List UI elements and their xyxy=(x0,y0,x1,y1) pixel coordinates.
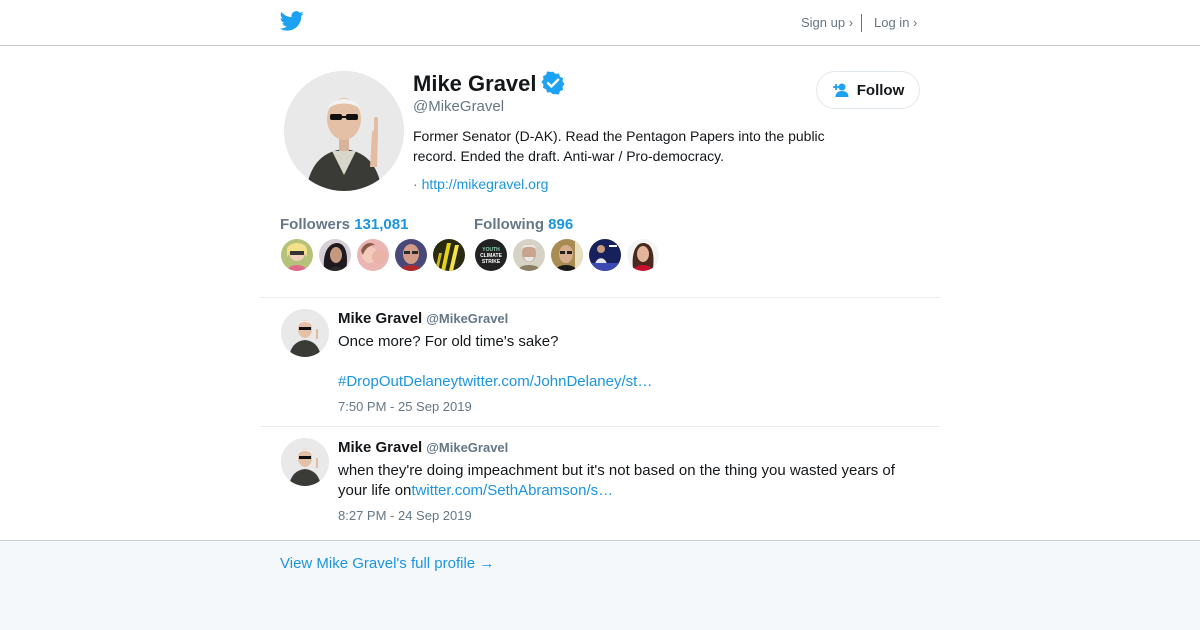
verified-badge-icon xyxy=(541,71,565,95)
follower-avatar[interactable] xyxy=(281,239,313,271)
tweet-author-handle: @MikeGravel xyxy=(426,440,509,455)
nav-divider xyxy=(861,14,862,32)
follower-avatar[interactable] xyxy=(319,239,351,271)
following-label: Following xyxy=(474,216,544,233)
tweet-author[interactable]: Mike Gravel @MikeGravel xyxy=(338,310,508,327)
tweet-text: Once more? For old time's sake? xyxy=(338,333,559,350)
sign-up-link[interactable]: Sign up › xyxy=(801,15,853,30)
follower-avatar[interactable] xyxy=(433,239,465,271)
tweet-timestamp[interactable]: 7:50 PM - 25 Sep 2019 xyxy=(338,399,472,414)
tweet-avatar-photo xyxy=(281,438,329,486)
following-avatar[interactable] xyxy=(513,239,545,271)
twitter-bird-icon[interactable] xyxy=(280,11,304,31)
following-avatar[interactable] xyxy=(589,239,621,271)
tweet-avatar[interactable] xyxy=(281,309,329,357)
timeline-divider xyxy=(260,297,940,298)
followers-label: Followers xyxy=(280,216,351,233)
tweet-links: #DropOutDelaneytwitter.com/JohnDelaney/s… xyxy=(338,372,928,392)
tweet-avatar-photo xyxy=(281,309,329,357)
profile-bio: Former Senator (D-AK). Read the Pentagon… xyxy=(413,128,825,164)
profile-url-link[interactable]: http://mikegravel.org xyxy=(422,176,549,192)
profile-handle[interactable]: @MikeGravel xyxy=(413,98,504,115)
profile-name[interactable]: Mike Gravel xyxy=(413,71,537,97)
svg-text:STRIKE: STRIKE xyxy=(482,259,501,265)
follow-button-label: Follow xyxy=(856,81,905,99)
tweet-author-handle: @MikeGravel xyxy=(426,311,509,326)
profile-avatar[interactable] xyxy=(284,71,404,191)
profile-photo xyxy=(284,71,404,191)
follower-avatar[interactable] xyxy=(357,239,389,271)
tweet-author-name: Mike Gravel xyxy=(338,310,423,327)
add-user-icon xyxy=(832,83,849,97)
tweet-url-link[interactable]: twitter.com/JohnDelaney/st… xyxy=(458,373,652,390)
following-avatar[interactable] xyxy=(551,239,583,271)
following-count: 896 xyxy=(548,216,574,233)
follow-button[interactable]: Follow xyxy=(816,71,920,109)
footer: View Mike Gravel's full profile → xyxy=(0,540,1200,630)
following-avatar[interactable] xyxy=(627,239,659,271)
top-bar: Sign up › Log in › xyxy=(0,0,1200,46)
following-stat[interactable]: Following 896 xyxy=(474,216,573,233)
url-bullet: · xyxy=(413,176,418,192)
log-in-link[interactable]: Log in › xyxy=(874,15,917,30)
tweet-author-name: Mike Gravel xyxy=(338,439,423,456)
tweet-author[interactable]: Mike Gravel @MikeGravel xyxy=(338,439,508,456)
followers-count: 131,081 xyxy=(354,216,409,233)
timeline-divider xyxy=(260,426,940,427)
tweet-avatar[interactable] xyxy=(281,438,329,486)
profile-url-line: · http://mikegravel.org xyxy=(413,176,548,192)
view-full-profile-link[interactable]: View Mike Gravel's full profile → xyxy=(280,555,494,572)
tweet-timestamp[interactable]: 8:27 PM - 24 Sep 2019 xyxy=(338,508,472,523)
following-avatar[interactable]: YOUTH CLIMATE STRIKE xyxy=(475,239,507,271)
follower-avatar[interactable] xyxy=(395,239,427,271)
tweet-hashtag-link[interactable]: #DropOutDelaney xyxy=(338,373,458,390)
tweet-url-link[interactable]: twitter.com/SethAbramson/s… xyxy=(411,482,613,499)
followers-stat[interactable]: Followers 131,081 xyxy=(280,216,408,233)
tweet-text-block: when they're doing impeachment but it's … xyxy=(338,461,928,501)
